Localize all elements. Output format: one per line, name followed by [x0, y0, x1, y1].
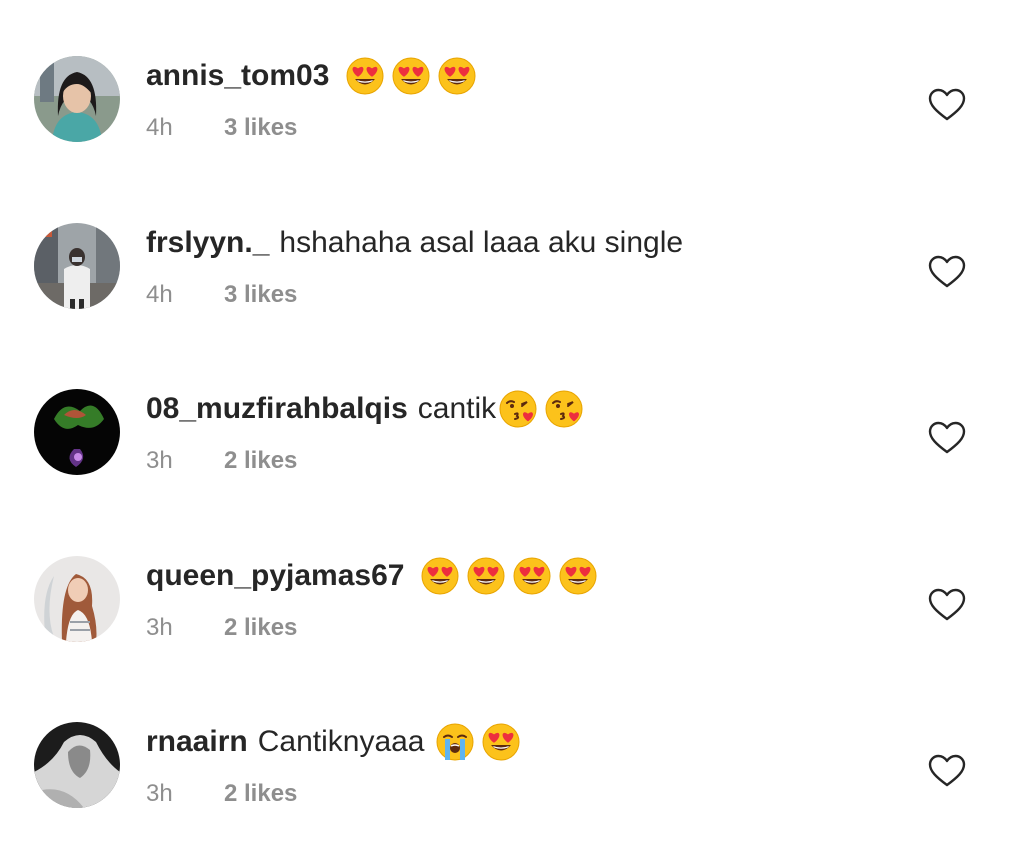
comment-meta: 3h 2 likes: [146, 779, 297, 809]
heart-eyes-emoji-icon: [558, 556, 598, 596]
likes-count-link[interactable]: 3 likes: [224, 114, 297, 142]
heart-eyes-emoji-icon: [437, 56, 477, 96]
heart-eyes-emoji-icon: [481, 722, 521, 762]
loudly-crying-emoji-icon: [435, 722, 475, 762]
avatar[interactable]: [34, 389, 120, 475]
like-heart-icon[interactable]: [928, 588, 966, 622]
likes-count-link[interactable]: 2 likes: [224, 780, 297, 808]
comment-text-line: annis_tom03: [146, 56, 477, 96]
avatar[interactable]: [34, 56, 120, 142]
like-heart-icon[interactable]: [928, 88, 966, 122]
comment-time: 4h: [146, 281, 173, 308]
likes-count-link[interactable]: 3 likes: [224, 281, 297, 309]
comment-text-line: frslyyn._ hshahaha asal laaa aku single: [146, 223, 683, 263]
heart-eyes-emoji-icon: [512, 556, 552, 596]
comment-time: 3h: [146, 780, 173, 807]
comment-item: rnaairn Cantiknyaaa 3h 2 likes: [0, 722, 1024, 842]
comment-text-line: rnaairn Cantiknyaaa: [146, 722, 521, 762]
kissing-heart-emoji-icon: [544, 389, 584, 429]
heart-eyes-emoji-icon: [466, 556, 506, 596]
comment-text-line: queen_pyjamas67: [146, 556, 598, 596]
comment-item: annis_tom03 4h 3 likes: [0, 56, 1024, 176]
comment-body: Cantiknyaaa: [257, 725, 425, 758]
comment-time: 3h: [146, 447, 173, 474]
comment-meta: 4h 3 likes: [146, 113, 297, 143]
comment-item: frslyyn._ hshahaha asal laaa aku single …: [0, 223, 1024, 343]
comment-body: cantik: [417, 392, 497, 425]
avatar[interactable]: [34, 722, 120, 808]
comment-item: queen_pyjamas67 3h 2 likes: [0, 556, 1024, 676]
kissing-heart-emoji-icon: [498, 389, 538, 429]
avatar[interactable]: [34, 556, 120, 642]
username-link[interactable]: annis_tom03: [146, 56, 329, 96]
username-link[interactable]: rnaairn: [146, 722, 248, 762]
likes-count-link[interactable]: 2 likes: [224, 614, 297, 642]
comment-body: hshahaha asal laaa aku single: [279, 226, 684, 259]
username-link[interactable]: queen_pyjamas67: [146, 556, 404, 596]
comment-item: 08_muzfirahbalqis cantik 3h 2 likes: [0, 389, 1024, 509]
heart-eyes-emoji-icon: [420, 556, 460, 596]
heart-eyes-emoji-icon: [345, 56, 385, 96]
comment-meta: 3h 2 likes: [146, 613, 297, 643]
comment-time: 3h: [146, 614, 173, 641]
avatar[interactable]: [34, 223, 120, 309]
heart-eyes-emoji-icon: [391, 56, 431, 96]
comment-meta: 4h 3 likes: [146, 280, 297, 310]
username-link[interactable]: frslyyn._: [146, 223, 269, 263]
comment-meta: 3h 2 likes: [146, 446, 297, 476]
comment-text-line: 08_muzfirahbalqis cantik: [146, 389, 584, 429]
comment-time: 4h: [146, 114, 173, 141]
likes-count-link[interactable]: 2 likes: [224, 447, 297, 475]
like-heart-icon[interactable]: [928, 421, 966, 455]
like-heart-icon[interactable]: [928, 255, 966, 289]
like-heart-icon[interactable]: [928, 754, 966, 788]
username-link[interactable]: 08_muzfirahbalqis: [146, 389, 408, 429]
